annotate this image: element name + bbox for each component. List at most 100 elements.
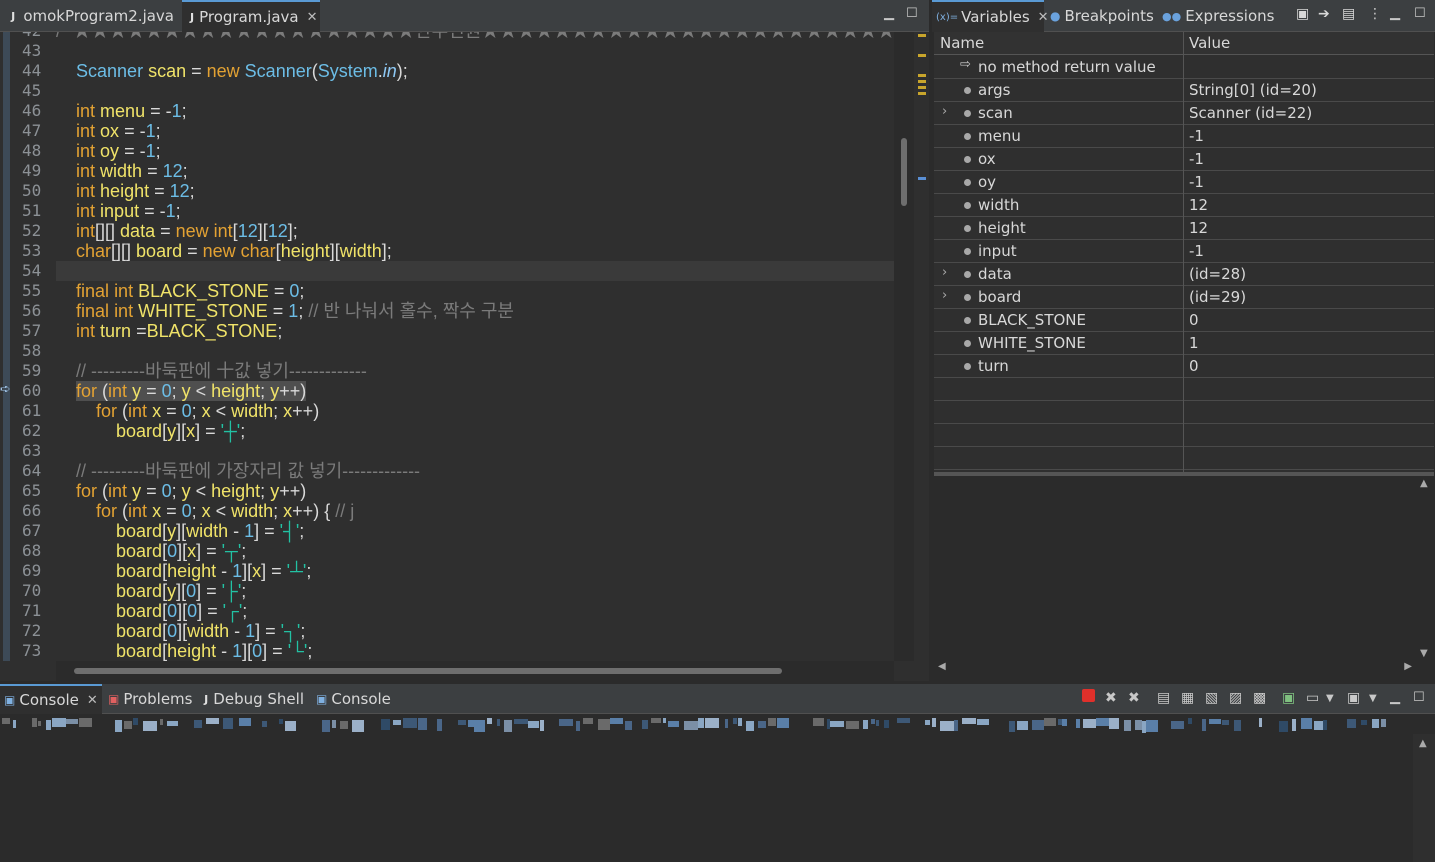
chevron-down-icon[interactable]: ▼ — [1326, 693, 1334, 704]
scroll-up-icon[interactable]: ▲ — [1419, 738, 1427, 749]
view-menu-icon[interactable]: ⋮ — [1368, 6, 1382, 22]
close-icon[interactable]: ✕ — [307, 10, 318, 25]
code-line[interactable]: Scanner scan = new Scanner(System.in); — [56, 61, 894, 81]
code-area[interactable]: /* ★★★★★★★★★★★★★★★★★★★한두전원★★★★★★★★★★★★★★… — [56, 32, 929, 661]
code-line[interactable]: int height = 12; — [56, 181, 894, 201]
pin-console-icon[interactable]: ▣ — [1282, 690, 1295, 706]
console-vertical-scrollbar[interactable]: ▲ — [1413, 734, 1435, 862]
show-type-names-icon[interactable]: ▣ — [1296, 6, 1309, 22]
code-line[interactable]: for (int x = 0; x < width; x++) — [56, 401, 894, 421]
details-vertical-scrollbar[interactable]: ▲ ▼ — [1416, 476, 1434, 661]
code-line[interactable]: board[height - 1][x] = '┴'; — [56, 561, 894, 581]
variable-row[interactable]: › scan Scanner (id=22) — [934, 102, 1434, 125]
empty-row[interactable] — [934, 447, 1434, 470]
code-line[interactable]: for (int x = 0; x < width; x++) { // j — [56, 501, 894, 521]
scroll-left-icon[interactable]: ◀ — [938, 661, 946, 672]
maximize-icon[interactable]: ☐ — [906, 6, 918, 21]
scroll-right-icon[interactable]: ▶ — [1404, 661, 1412, 672]
variable-row[interactable]: oy -1 — [934, 171, 1434, 194]
code-line[interactable]: board[y][0] = '├'; — [56, 581, 894, 601]
variable-row[interactable]: width 12 — [934, 194, 1434, 217]
overview-marker[interactable] — [918, 177, 926, 180]
variable-row[interactable]: › data (id=28) — [934, 263, 1434, 286]
code-line[interactable]: // ---------바둑판에 十값 넣기------------- — [56, 361, 894, 381]
overview-ruler[interactable] — [914, 32, 929, 661]
minimize-icon[interactable]: ▁ — [884, 6, 894, 21]
expand-chevron-icon[interactable]: › — [942, 265, 947, 280]
overview-marker[interactable] — [918, 34, 926, 37]
remove-launch-icon[interactable]: ✖ — [1105, 690, 1117, 706]
tab-problems[interactable]: ▣ Problems — [104, 684, 200, 714]
terminate-icon[interactable] — [1082, 689, 1095, 702]
code-line[interactable]: /* ★★★★★★★★★★★★★★★★★★★한두전원★★★★★★★★★★★★★★… — [56, 32, 929, 41]
details-horizontal-scrollbar[interactable]: ◀ ▶ — [934, 661, 1416, 677]
overview-marker[interactable] — [918, 54, 926, 57]
expand-chevron-icon[interactable]: › — [942, 104, 947, 119]
maximize-icon[interactable]: ☐ — [1413, 690, 1425, 705]
tab-console[interactable]: ▣ Console ✕ — [0, 684, 102, 714]
variable-row[interactable]: ⇨ no method return value — [934, 56, 1434, 79]
empty-row[interactable] — [934, 378, 1434, 401]
minimize-icon[interactable]: ▁ — [1390, 6, 1400, 21]
expand-chevron-icon[interactable]: › — [942, 288, 947, 303]
show-logical-structure-icon[interactable]: ➔ — [1318, 6, 1330, 22]
code-line[interactable]: int oy = -1; — [56, 141, 894, 161]
overview-marker[interactable] — [918, 74, 926, 77]
minimize-icon[interactable]: ▁ — [1390, 690, 1400, 705]
code-line[interactable]: char[][] board = new char[height][width]… — [56, 241, 894, 261]
variable-row[interactable]: ox -1 — [934, 148, 1434, 171]
code-line[interactable]: board[0][x] = '┬'; — [56, 541, 894, 561]
code-line[interactable]: for (int y = 0; y < height; y++) — [56, 381, 894, 401]
overview-marker[interactable] — [918, 80, 926, 83]
variables-table[interactable]: Name Value ⇨ no method return value args St… — [934, 32, 1434, 472]
code-line[interactable]: int width = 12; — [56, 161, 894, 181]
display-console-icon[interactable]: ▭ — [1306, 690, 1319, 706]
column-header-value[interactable]: Value — [1189, 34, 1230, 52]
code-line[interactable]: board[0][0] = '┌'; — [56, 601, 894, 621]
variable-row[interactable]: › board (id=29) — [934, 286, 1434, 309]
code-line[interactable]: final int WHITE_STONE = 1; // 반 나눠서 홀수, … — [56, 301, 894, 321]
tab-program[interactable]: J Program.java ✕ — [182, 0, 320, 32]
collapse-all-icon[interactable]: ▤ — [1342, 6, 1355, 22]
tab-variables[interactable]: (x)= Variables ✕ — [932, 0, 1049, 32]
show-on-stdout-icon[interactable]: ▨ — [1229, 690, 1242, 706]
current-line[interactable] — [56, 261, 894, 281]
variable-row[interactable]: WHITE_STONE 1 — [934, 332, 1434, 355]
code-line[interactable] — [56, 441, 894, 461]
word-wrap-icon[interactable]: ▧ — [1205, 690, 1218, 706]
scrollbar-thumb[interactable] — [74, 668, 782, 674]
code-line[interactable] — [56, 81, 894, 101]
code-line[interactable]: int menu = -1; — [56, 101, 894, 121]
chevron-down-icon[interactable]: ▼ — [1369, 693, 1377, 704]
code-line[interactable]: final int BLACK_STONE = 0; — [56, 281, 894, 301]
column-header-name[interactable]: Name — [940, 34, 984, 52]
scroll-down-icon[interactable]: ▼ — [1420, 648, 1428, 659]
empty-row[interactable] — [934, 401, 1434, 424]
close-icon[interactable]: ✕ — [87, 693, 98, 708]
code-line[interactable] — [56, 341, 894, 361]
code-line[interactable]: int input = -1; — [56, 201, 894, 221]
console-output[interactable]: ▲ — [0, 714, 1435, 862]
variable-row[interactable]: input -1 — [934, 240, 1434, 263]
code-line[interactable]: int[][] data = new int[12][12]; — [56, 221, 894, 241]
variable-details-pane[interactable]: ▲ ▼ ◀ ▶ — [934, 476, 1434, 681]
code-editor[interactable]: ➪ 42434445464748495051525354555657585960… — [0, 32, 929, 681]
code-line[interactable]: int ox = -1; — [56, 121, 894, 141]
code-line[interactable]: for (int y = 0; y < height; y++) — [56, 481, 894, 501]
code-line[interactable]: board[y][x] = '┼'; — [56, 421, 894, 441]
tab-omokprogram2[interactable]: J omokProgram2.java — [0, 0, 182, 32]
scroll-up-icon[interactable]: ▲ — [1420, 478, 1428, 489]
empty-row[interactable] — [934, 424, 1434, 447]
column-separator[interactable] — [1183, 32, 1184, 472]
scrollbar-thumb[interactable] — [901, 138, 907, 206]
scroll-lock-icon[interactable]: ▦ — [1181, 690, 1194, 706]
tab-breakpoints[interactable]: ● Breakpoints — [1046, 0, 1156, 32]
code-line[interactable]: board[0][width - 1] = '┐'; — [56, 621, 894, 641]
tab-expressions[interactable]: ●● Expressions — [1158, 0, 1274, 32]
code-line[interactable]: board[height - 1][0] = '└'; — [56, 641, 894, 661]
code-line[interactable]: int turn =BLACK_STONE; — [56, 321, 894, 341]
variable-row[interactable]: args String[0] (id=20) — [934, 79, 1434, 102]
show-on-stderr-icon[interactable]: ▩ — [1253, 690, 1266, 706]
open-console-icon[interactable]: ▣ — [1347, 690, 1360, 706]
tab-debug-shell[interactable]: J Debug Shell — [200, 684, 312, 714]
